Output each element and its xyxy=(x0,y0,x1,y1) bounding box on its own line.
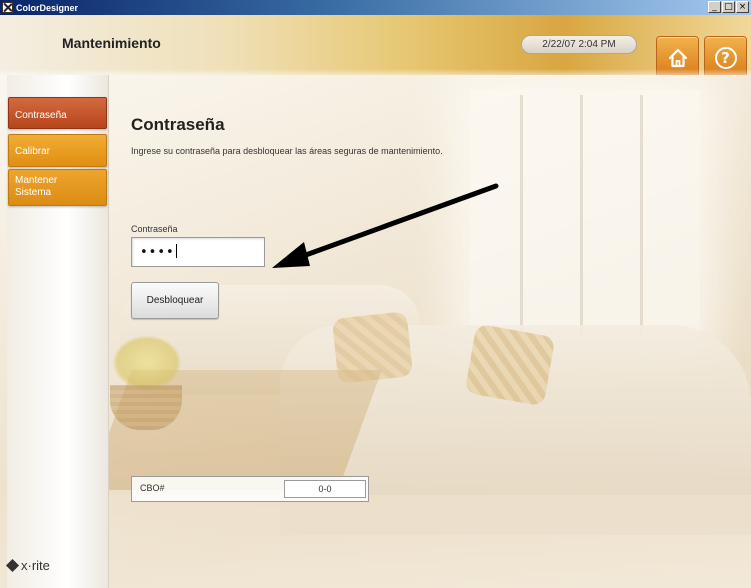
app-icon xyxy=(2,2,13,13)
sidebar-item-label: Contraseña xyxy=(15,110,67,121)
close-button[interactable]: × xyxy=(736,1,749,13)
cbo-panel: CBO# 0-0 xyxy=(131,476,369,502)
bg-window-mullion xyxy=(520,95,523,335)
datetime-display: 2/22/07 2:04 PM xyxy=(521,35,637,54)
cbo-label: CBO# xyxy=(140,483,165,493)
page-title: Mantenimiento xyxy=(62,35,161,51)
password-value: •••• xyxy=(140,245,175,260)
sidebar-item-mantener-sistema[interactable]: Mantener Sistema xyxy=(8,169,107,206)
sidebar-item-label: Calibrar xyxy=(15,146,51,157)
window-title: ColorDesigner xyxy=(16,2,79,13)
app-header: Mantenimiento 2/22/07 2:04 PM ? xyxy=(0,15,751,79)
password-field[interactable]: •••• xyxy=(131,237,265,267)
brand-logo: x·rite xyxy=(5,558,50,573)
maximize-button[interactable]: □ xyxy=(722,1,735,13)
sidebar: Contraseña Calibrar Mantener Sistema xyxy=(7,75,109,588)
sidebar-item-label: Mantener Sistema xyxy=(15,175,58,198)
home-button[interactable] xyxy=(656,36,699,79)
sidebar-item-contrasena[interactable]: Contraseña xyxy=(8,97,107,129)
minimize-button[interactable]: _ xyxy=(708,1,721,13)
bg-window xyxy=(470,90,700,340)
annotation-arrow-icon xyxy=(272,183,499,268)
bg-rug xyxy=(0,495,751,588)
window-title-bar: ColorDesigner _ □ × xyxy=(0,0,751,15)
bg-window-mullion xyxy=(580,95,583,335)
home-icon xyxy=(668,48,687,67)
window-controls: _ □ × xyxy=(708,1,749,13)
section-heading: Contraseña xyxy=(131,115,225,134)
help-icon: ? xyxy=(714,46,737,69)
unlock-button[interactable]: Desbloquear xyxy=(131,282,219,319)
cbo-value: 0-0 xyxy=(284,480,366,498)
bg-pillow xyxy=(464,323,556,407)
bg-window-mullion xyxy=(640,95,643,335)
help-button[interactable]: ? xyxy=(704,36,747,79)
section-description: Ingrese su contraseña para desbloquear l… xyxy=(131,146,443,156)
sidebar-item-calibrar[interactable]: Calibrar xyxy=(8,134,107,167)
brand-text: x·rite xyxy=(21,558,50,573)
xrite-logo-icon xyxy=(5,558,20,573)
password-label: Contraseña xyxy=(131,224,178,234)
bg-plant xyxy=(112,335,182,390)
